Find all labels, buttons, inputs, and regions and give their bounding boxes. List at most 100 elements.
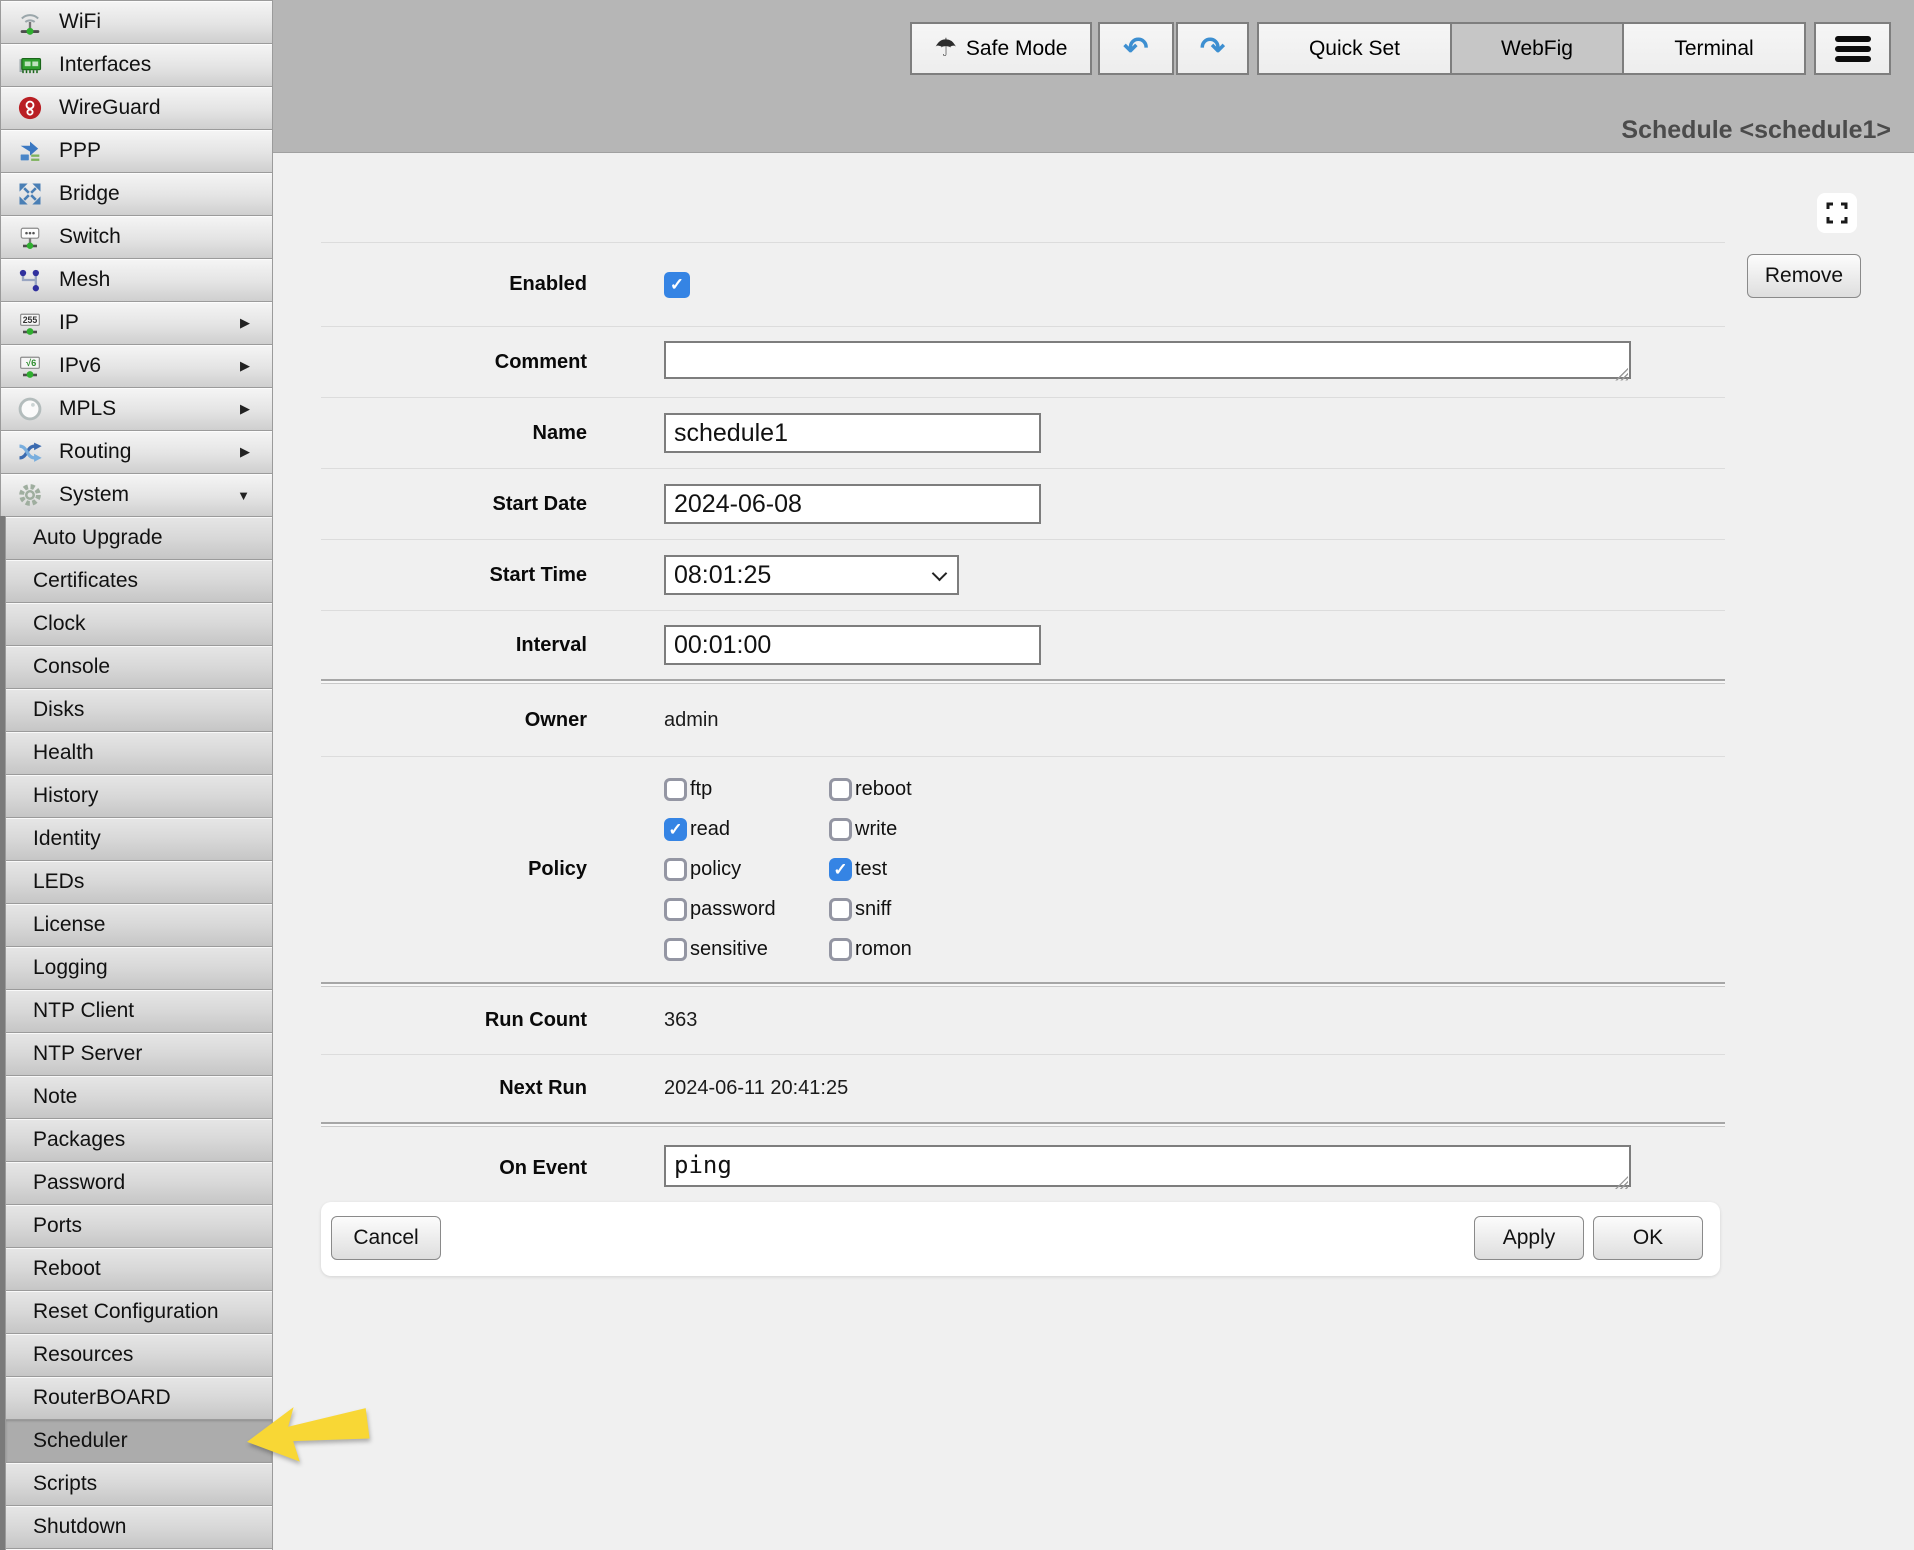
routing-icon [15, 437, 45, 467]
sidebar-item-wireguard[interactable]: WireGuard [0, 86, 273, 129]
policy-checkbox-label: sensitive [690, 938, 768, 961]
policy-item-write: write [829, 818, 912, 841]
comment-input[interactable] [664, 341, 1631, 379]
sidebar-item-ipv6[interactable]: √6IPv6▶ [0, 344, 273, 387]
sidebar-item-shutdown[interactable]: Shutdown [5, 1505, 273, 1548]
switch-icon [15, 222, 45, 252]
svg-text:255: 255 [23, 315, 38, 325]
tab-quick-set[interactable]: Quick Set [1257, 22, 1450, 75]
sidebar-item-health[interactable]: Health [5, 731, 273, 774]
policy-item-read: read [664, 818, 829, 841]
safe-mode-label: Safe Mode [966, 37, 1068, 61]
policy-checkbox-label: reboot [855, 778, 912, 801]
sidebar-item-routing[interactable]: Routing▶ [0, 430, 273, 473]
sidebar-item-ppp[interactable]: PPP [0, 129, 273, 172]
on-event-input[interactable]: ping [664, 1145, 1631, 1187]
start-time-row: Start Time 08:01:25 [321, 540, 1725, 610]
policy-checkbox-read[interactable] [664, 818, 687, 841]
sidebar-item-disks[interactable]: Disks [5, 688, 273, 731]
policy-checkbox-reboot[interactable] [829, 778, 852, 801]
start-date-input[interactable] [664, 484, 1041, 524]
sidebar-item-leds[interactable]: LEDs [5, 860, 273, 903]
comment-label: Comment [321, 351, 587, 374]
remove-button[interactable]: Remove [1747, 254, 1861, 298]
policy-checkbox-password[interactable] [664, 898, 687, 921]
cancel-button[interactable]: Cancel [331, 1216, 441, 1260]
sidebar-item-label: Clock [33, 612, 272, 636]
sidebar-item-routerboard[interactable]: RouterBOARD [5, 1376, 273, 1419]
redo-button[interactable]: ↷ [1176, 22, 1249, 75]
apply-button[interactable]: Apply [1474, 1216, 1584, 1260]
sidebar-item-label: Resources [33, 1343, 272, 1367]
policy-checkbox-label: password [690, 898, 776, 921]
policy-checkbox-romon[interactable] [829, 938, 852, 961]
sidebar-item-history[interactable]: History [5, 774, 273, 817]
name-input[interactable] [664, 413, 1041, 453]
ok-button[interactable]: OK [1593, 1216, 1703, 1260]
undo-icon: ↶ [1123, 34, 1148, 64]
enabled-row: Enabled [321, 243, 1725, 326]
sidebar-item-note[interactable]: Note [5, 1075, 273, 1118]
sidebar-item-ports[interactable]: Ports [5, 1204, 273, 1247]
sidebar-item-label: Shutdown [33, 1515, 272, 1539]
enabled-checkbox[interactable] [664, 272, 690, 298]
hamburger-menu-button[interactable] [1814, 22, 1891, 75]
sidebar-item-certificates[interactable]: Certificates [5, 559, 273, 602]
policy-checkbox-label: sniff [855, 898, 891, 921]
sidebar-item-clock[interactable]: Clock [5, 602, 273, 645]
sidebar-item-label: Reset Configuration [33, 1300, 272, 1324]
sidebar-item-reset-configuration[interactable]: Reset Configuration [5, 1290, 273, 1333]
sidebar-item-password[interactable]: Password [5, 1161, 273, 1204]
sidebar-item-identity[interactable]: Identity [5, 817, 273, 860]
sidebar-item-resources[interactable]: Resources [5, 1333, 273, 1376]
sidebar-item-bridge[interactable]: Bridge [0, 172, 273, 215]
sidebar-item-console[interactable]: Console [5, 645, 273, 688]
mpls-icon [15, 394, 45, 424]
on-event-label: On Event [321, 1157, 587, 1180]
sidebar-item-label: WiFi [59, 10, 272, 34]
sidebar-item-mesh[interactable]: Mesh [0, 258, 273, 301]
hamburger-icon [1835, 36, 1871, 42]
sidebar-item-label: Interfaces [59, 53, 272, 77]
sidebar-item-switch[interactable]: Switch [0, 215, 273, 258]
sidebar-item-scripts[interactable]: Scripts [5, 1462, 273, 1505]
sidebar-item-ip[interactable]: 255IP▶ [0, 301, 273, 344]
sidebar-item-logging[interactable]: Logging [5, 946, 273, 989]
sidebar-item-system[interactable]: System▼ [0, 473, 273, 516]
safe-mode-button[interactable]: ☂ Safe Mode [910, 22, 1092, 75]
sidebar-item-mpls[interactable]: MPLS▶ [0, 387, 273, 430]
sidebar-item-auto-upgrade[interactable]: Auto Upgrade [5, 516, 273, 559]
sidebar-item-license[interactable]: License [5, 903, 273, 946]
undo-button[interactable]: ↶ [1098, 22, 1174, 75]
wifi-icon [15, 7, 45, 37]
interval-input[interactable] [664, 625, 1041, 665]
sidebar-item-label: Disks [33, 698, 272, 722]
tab-webfig[interactable]: WebFig [1450, 22, 1624, 75]
toolbar: ☂ Safe Mode ↶ ↷ Quick Set WebFig Termina… [910, 22, 1891, 75]
fullscreen-button[interactable] [1817, 193, 1857, 233]
schedule-form: Enabled Comment Name Start Date [321, 153, 1725, 1210]
policy-checkbox-sensitive[interactable] [664, 938, 687, 961]
policy-checkbox-label: romon [855, 938, 912, 961]
sidebar-item-ntp-client[interactable]: NTP Client [5, 989, 273, 1032]
sidebar-item-wifi[interactable]: WiFi [0, 0, 273, 43]
start-time-select[interactable]: 08:01:25 [664, 555, 959, 595]
owner-row: Owner admin [321, 684, 1725, 756]
mesh-icon [15, 265, 45, 295]
name-row: Name [321, 398, 1725, 468]
policy-column-2: rebootwritetestsniffromon [829, 778, 912, 961]
tab-terminal[interactable]: Terminal [1624, 22, 1806, 75]
policy-column-1: ftpreadpolicypasswordsensitive [664, 778, 829, 961]
sidebar-item-label: License [33, 913, 272, 937]
sidebar-item-interfaces[interactable]: Interfaces [0, 43, 273, 86]
sidebar-item-scheduler[interactable]: Scheduler [5, 1419, 273, 1462]
policy-checkbox-write[interactable] [829, 818, 852, 841]
sidebar-item-packages[interactable]: Packages [5, 1118, 273, 1161]
policy-checkbox-ftp[interactable] [664, 778, 687, 801]
sidebar-item-ntp-server[interactable]: NTP Server [5, 1032, 273, 1075]
policy-checkbox-policy[interactable] [664, 858, 687, 881]
policy-checkbox-test[interactable] [829, 858, 852, 881]
owner-label: Owner [321, 709, 587, 732]
sidebar-item-reboot[interactable]: Reboot [5, 1247, 273, 1290]
policy-checkbox-sniff[interactable] [829, 898, 852, 921]
